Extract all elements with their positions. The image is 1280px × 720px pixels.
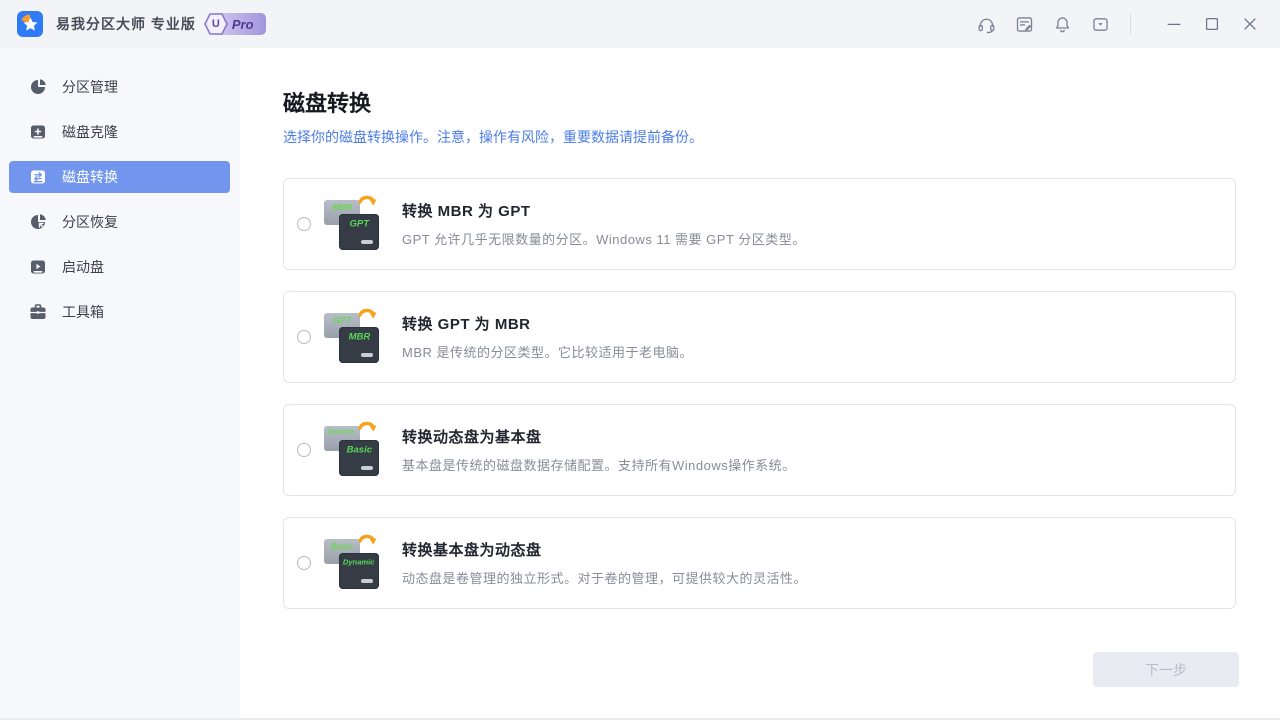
disk-to-label: GPT <box>349 219 369 249</box>
convert-arrow-icon <box>356 419 378 441</box>
sidebar: 分区管理 磁盘克隆 磁盘转换 分区恢复 启动盘 <box>0 48 240 720</box>
option-card-basic-to-dynamic[interactable]: Basic Dynamic 转换基本盘为动态盘 动态盘是卷管理的独立形式。对于卷… <box>283 517 1236 609</box>
option-card-dynamic-to-basic[interactable]: Dynamic Basic 转换动态盘为基本盘 基本盘是传统的磁盘数据存储配置。… <box>283 404 1236 496</box>
option-title: 转换动态盘为基本盘 <box>402 426 796 447</box>
conversion-options-list: MBR GPT 转换 MBR 为 GPT GPT 允许几乎无限数量的分区。Win… <box>283 178 1236 609</box>
disk-clone-icon <box>29 123 47 141</box>
sidebar-item-disk-convert[interactable]: 磁盘转换 <box>9 161 230 193</box>
titlebar: 易我分区大师 专业版 U Pro <box>0 0 1280 48</box>
disk-to-label: Dynamic <box>343 558 375 588</box>
option-description: MBR 是传统的分区类型。它比较适用于老电脑。 <box>402 342 693 361</box>
radio-button[interactable] <box>297 330 311 344</box>
sidebar-item-label: 启动盘 <box>62 257 104 277</box>
radio-button[interactable] <box>297 217 311 231</box>
pro-badge-u: U <box>204 13 228 35</box>
feedback-note-icon[interactable] <box>1012 12 1036 36</box>
disk-conversion-icon: MBR GPT <box>322 197 380 251</box>
pro-badge: U Pro <box>208 13 266 35</box>
option-description: 基本盘是传统的磁盘数据存储配置。支持所有Windows操作系统。 <box>402 455 796 474</box>
minimize-button[interactable] <box>1162 12 1186 36</box>
disk-front: GPT <box>339 214 379 250</box>
convert-arrow-icon <box>356 532 378 554</box>
main-content: 磁盘转换 选择你的磁盘转换操作。注意，操作有风险，重要数据请提前备份。 MBR … <box>240 48 1280 720</box>
sidebar-item-toolbox[interactable]: 工具箱 <box>9 296 230 328</box>
option-card-mbr-to-gpt[interactable]: MBR GPT 转换 MBR 为 GPT GPT 允许几乎无限数量的分区。Win… <box>283 178 1236 270</box>
notifications-bell-icon[interactable] <box>1050 12 1074 36</box>
radio-button[interactable] <box>297 443 311 457</box>
option-description: GPT 允许几乎无限数量的分区。Windows 11 需要 GPT 分区类型。 <box>402 229 806 248</box>
pro-badge-label: Pro <box>232 17 254 32</box>
radio-button[interactable] <box>297 556 311 570</box>
disk-front: MBR <box>339 327 379 363</box>
option-title: 转换基本盘为动态盘 <box>402 539 807 560</box>
option-card-gpt-to-mbr[interactable]: GPT MBR 转换 GPT 为 MBR MBR 是传统的分区类型。它比较适用于… <box>283 291 1236 383</box>
sidebar-item-partition-management[interactable]: 分区管理 <box>9 71 230 103</box>
close-button[interactable] <box>1238 12 1262 36</box>
partition-recovery-icon <box>29 213 47 231</box>
disk-conversion-icon: Basic Dynamic <box>322 536 380 590</box>
sidebar-item-label: 分区管理 <box>62 77 118 97</box>
disk-front: Basic <box>339 440 379 476</box>
next-button[interactable]: 下一步 <box>1093 652 1239 687</box>
maximize-button[interactable] <box>1200 12 1224 36</box>
menu-dropdown-icon[interactable] <box>1088 12 1112 36</box>
app-title: 易我分区大师 专业版 <box>56 14 196 34</box>
toolbox-icon <box>29 303 47 321</box>
app-logo-icon <box>17 11 43 37</box>
page-title: 磁盘转换 <box>283 86 1236 118</box>
option-title: 转换 MBR 为 GPT <box>402 200 806 221</box>
disk-to-label: Basic <box>346 445 371 475</box>
option-title: 转换 GPT 为 MBR <box>402 313 693 334</box>
sidebar-item-label: 分区恢复 <box>62 212 118 232</box>
support-headset-icon[interactable] <box>974 12 998 36</box>
disk-conversion-icon: Dynamic Basic <box>322 423 380 477</box>
sidebar-item-disk-clone[interactable]: 磁盘克隆 <box>9 116 230 148</box>
sidebar-item-partition-recovery[interactable]: 分区恢复 <box>9 206 230 238</box>
page-subtitle: 选择你的磁盘转换操作。注意，操作有风险，重要数据请提前备份。 <box>283 127 1236 147</box>
option-description: 动态盘是卷管理的独立形式。对于卷的管理，可提供较大的灵活性。 <box>402 568 807 587</box>
pie-chart-icon <box>29 78 47 96</box>
convert-arrow-icon <box>356 193 378 215</box>
disk-to-label: MBR <box>348 332 370 362</box>
disk-convert-icon <box>29 168 47 186</box>
boot-disk-icon <box>29 258 47 276</box>
sidebar-item-label: 磁盘转换 <box>62 167 118 187</box>
sidebar-item-label: 磁盘克隆 <box>62 122 118 142</box>
convert-arrow-icon <box>356 306 378 328</box>
sidebar-item-label: 工具箱 <box>62 302 104 322</box>
disk-front: Dynamic <box>339 553 379 589</box>
sidebar-item-boot-disk[interactable]: 启动盘 <box>9 251 230 283</box>
titlebar-separator <box>1130 14 1131 34</box>
disk-conversion-icon: GPT MBR <box>322 310 380 364</box>
